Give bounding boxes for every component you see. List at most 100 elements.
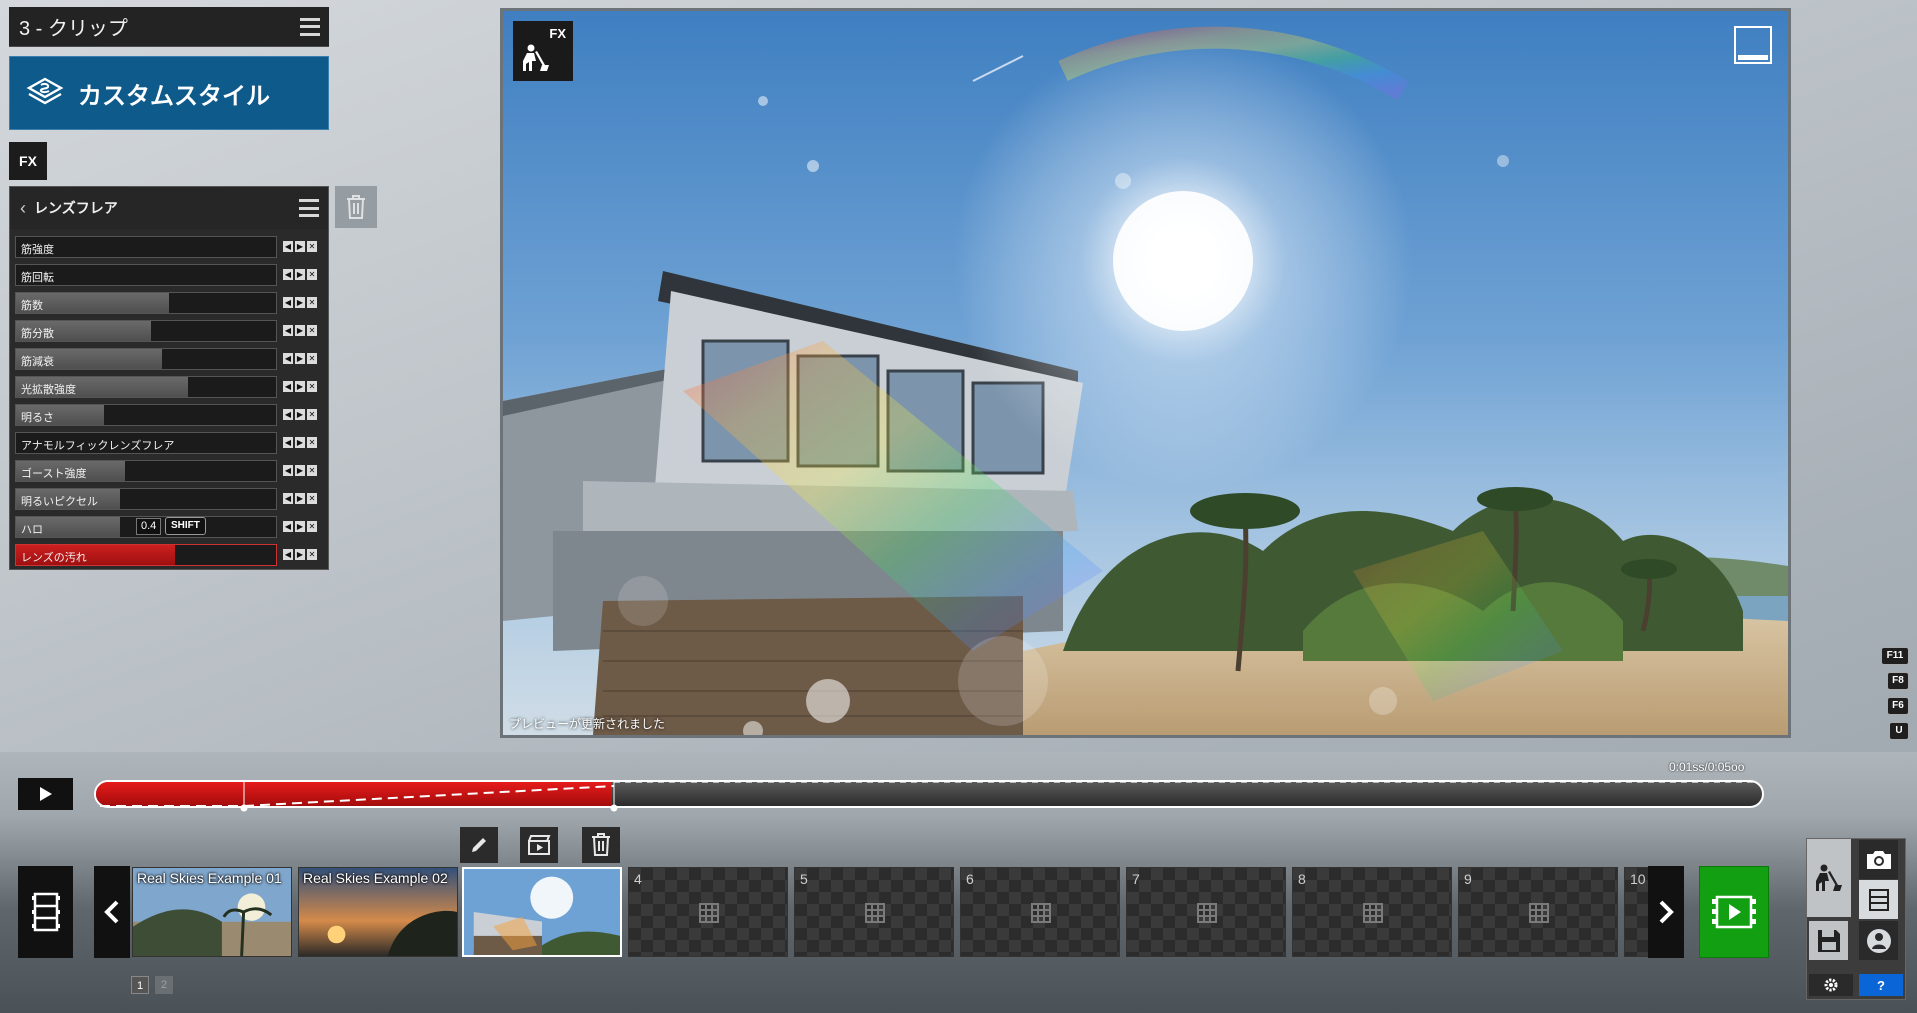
slider-increase-icon[interactable]: ▶ [295,269,305,280]
clip-slot[interactable] [462,867,622,957]
clip-slot[interactable]: 4 [628,867,788,957]
slider-increase-icon[interactable]: ▶ [295,549,305,560]
effect-slider[interactable]: 筋数 [15,292,277,314]
slider-decrease-icon[interactable]: ◀ [283,269,293,280]
settings-button[interactable] [1809,974,1853,996]
slider-label: 筋強度 [21,244,54,256]
help-button[interactable]: ? [1859,974,1903,996]
slider-decrease-icon[interactable]: ◀ [283,521,293,532]
clip-slot[interactable]: 9 [1458,867,1618,957]
slider-controls: ◀ ▶ ✕ [283,437,317,448]
clip-strip-icon[interactable] [18,866,73,958]
clips-prev-button[interactable] [94,866,130,958]
effect-slider[interactable]: 筋分散 [15,320,277,342]
clip-number: 10 [1630,871,1646,887]
slider-reset-icon[interactable]: ✕ [307,549,317,560]
slider-reset-icon[interactable]: ✕ [307,409,317,420]
effect-slider[interactable]: 明るいピクセル [15,488,277,510]
slider-reset-icon[interactable]: ✕ [307,465,317,476]
slider-increase-icon[interactable]: ▶ [295,521,305,532]
render-movie-button[interactable] [1699,866,1769,958]
slider-reset-icon[interactable]: ✕ [307,241,317,252]
slider-decrease-icon[interactable]: ◀ [283,241,293,252]
slider-reset-icon[interactable]: ✕ [307,297,317,308]
slider-decrease-icon[interactable]: ◀ [283,353,293,364]
clips-next-button[interactable] [1648,866,1684,958]
slider-reset-icon[interactable]: ✕ [307,269,317,280]
slider-increase-icon[interactable]: ▶ [295,409,305,420]
film-play-icon [1712,895,1756,929]
slider-decrease-icon[interactable]: ◀ [283,325,293,336]
slider-reset-icon[interactable]: ✕ [307,493,317,504]
clip-slot[interactable]: Real Skies Example 01 [132,867,292,957]
effect-slider[interactable]: ゴースト強度 [15,460,277,482]
slider-reset-icon[interactable]: ✕ [307,353,317,364]
slider-decrease-icon[interactable]: ◀ [283,549,293,560]
preview-clip-button[interactable] [520,827,558,863]
fx-tab[interactable]: FX [9,142,47,180]
slider-decrease-icon[interactable]: ◀ [283,465,293,476]
slider-decrease-icon[interactable]: ◀ [283,437,293,448]
slider-increase-icon[interactable]: ▶ [295,493,305,504]
save-project-button[interactable] [1809,921,1848,960]
clip-slot[interactable]: 8 [1292,867,1452,957]
slider-increase-icon[interactable]: ▶ [295,381,305,392]
slider-controls: ◀ ▶ ✕ [283,269,317,280]
slider-value-badge: 0.4 [136,518,162,535]
edit-clip-button[interactable] [460,827,498,863]
effect-slider[interactable]: 明るさ [15,404,277,426]
mode-build-button[interactable] [1807,839,1851,917]
clip-header: 3 - クリップ [9,7,329,47]
slider-reset-icon[interactable]: ✕ [307,325,317,336]
key-hint-f8: F8 [1887,672,1909,690]
clip-slot[interactable]: Real Skies Example 02 [298,867,458,957]
chevron-left-icon [104,900,119,924]
effect-slider[interactable]: 光拡散強度 [15,376,277,398]
slider-decrease-icon[interactable]: ◀ [283,297,293,308]
effect-slider[interactable]: 筋強度 [15,236,277,258]
preview-viewport[interactable]: FX プレビューが更新されました [500,8,1791,738]
slider-increase-icon[interactable]: ▶ [295,241,305,252]
play-button[interactable] [18,778,73,810]
clip-menu-icon[interactable] [300,17,320,36]
slider-row: 筋回転 ◀ ▶ ✕ [15,263,325,287]
slider-increase-icon[interactable]: ▶ [295,325,305,336]
fx-edit-badge[interactable]: FX [513,21,573,81]
slider-decrease-icon[interactable]: ◀ [283,381,293,392]
mode-movie-button[interactable] [1859,880,1898,919]
slider-reset-icon[interactable]: ✕ [307,521,317,532]
custom-style-button[interactable]: カスタムスタイル [9,56,329,130]
slider-label: 筋回転 [21,272,54,284]
slider-row: 筋強度 ◀ ▶ ✕ [15,235,325,259]
effect-slider[interactable]: 筋減衰 [15,348,277,370]
film-strip-icon [1868,888,1889,911]
back-chevron-icon[interactable]: ‹ [20,198,26,219]
slider-label: ハロ [21,524,43,536]
slider-decrease-icon[interactable]: ◀ [283,409,293,420]
effect-slider[interactable]: アナモルフィックレンズフレア [15,432,277,454]
clip-slot[interactable]: 7 [1126,867,1286,957]
slider-reset-icon[interactable]: ✕ [307,381,317,392]
slider-increase-icon[interactable]: ▶ [295,353,305,364]
slider-increase-icon[interactable]: ▶ [295,297,305,308]
slider-increase-icon[interactable]: ▶ [295,437,305,448]
effect-slider[interactable]: 筋回転 [15,264,277,286]
mode-360-button[interactable] [1859,921,1898,960]
lens-flare-menu-icon[interactable] [299,199,319,217]
page-1-button[interactable]: 1 [131,976,149,994]
effect-slider[interactable]: レンズの汚れ [15,544,277,566]
fullscreen-toggle-icon[interactable] [1734,26,1772,64]
mode-photo-button[interactable] [1859,840,1898,879]
clapper-play-icon [528,835,551,855]
delete-clip-button[interactable] [582,827,620,863]
slider-decrease-icon[interactable]: ◀ [283,493,293,504]
page-2-button[interactable]: 2 [155,976,173,994]
clip-slot[interactable]: 5 [794,867,954,957]
chevron-right-icon [1659,900,1674,924]
clip-slot[interactable]: 6 [960,867,1120,957]
delete-effect-icon[interactable] [335,186,377,228]
fx-badge-label: FX [549,26,566,41]
slider-increase-icon[interactable]: ▶ [295,465,305,476]
film-placeholder-icon [1529,903,1549,923]
slider-reset-icon[interactable]: ✕ [307,437,317,448]
